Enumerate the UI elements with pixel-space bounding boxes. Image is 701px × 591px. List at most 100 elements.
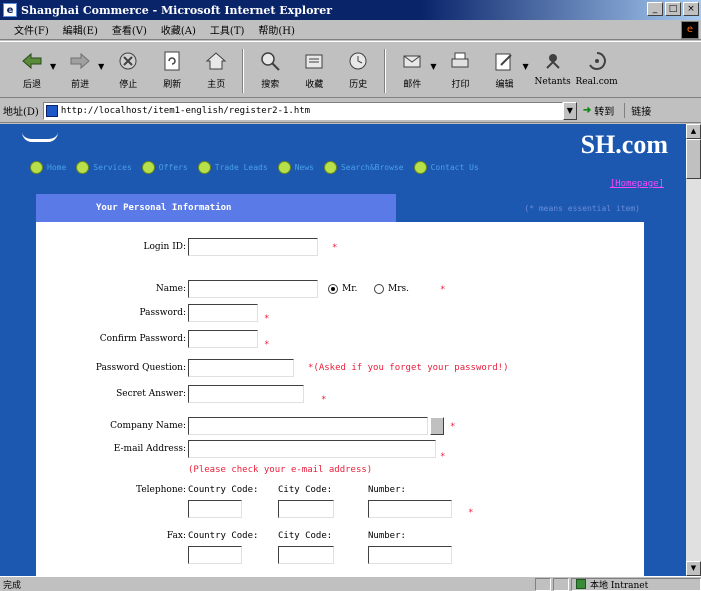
nav-bullet-icon	[76, 160, 90, 174]
password-input[interactable]	[188, 304, 258, 322]
scroll-up-icon[interactable]: ▲	[686, 124, 701, 139]
nav-label: Search&Browse	[340, 162, 404, 172]
search-button[interactable]: 搜索	[248, 45, 292, 97]
email-input[interactable]	[188, 440, 436, 458]
confirm-password-label: Confirm Password:	[99, 334, 186, 344]
menu-view[interactable]: 查看(V)	[112, 22, 147, 37]
nav-item-trade-leads[interactable]: Trade Leads	[197, 160, 268, 174]
maximize-button[interactable]: □	[665, 2, 681, 16]
address-label: 地址(D)	[3, 107, 39, 118]
mr-label: Mr.	[342, 284, 358, 294]
menu-tools[interactable]: 工具(T)	[210, 22, 244, 37]
vertical-scrollbar[interactable]: ▲ ▼	[686, 124, 701, 576]
nav-bullet-icon	[413, 160, 427, 174]
edit-label: 编辑	[495, 80, 514, 90]
forward-button[interactable]: 前进	[58, 45, 102, 97]
mail-dropdown-icon[interactable]: ▼	[430, 62, 436, 71]
page-icon	[45, 104, 58, 117]
mail-label: 邮件	[403, 80, 422, 90]
title-bar: e Shanghai Commerce - Microsoft Internet…	[0, 0, 701, 20]
tel-number-label: Number:	[368, 485, 406, 495]
password-question-note: *(Asked if you forget your password!)	[308, 363, 509, 373]
window-controls: _ □ ×	[647, 2, 699, 16]
refresh-icon	[159, 48, 185, 74]
mr-radio[interactable]	[328, 284, 338, 294]
secret-answer-label: Secret Answer:	[116, 389, 186, 399]
history-button[interactable]: 历史	[336, 45, 380, 97]
edit-button[interactable]: 编辑	[482, 45, 526, 97]
edit-dropdown-icon[interactable]: ▼	[522, 62, 528, 71]
section-title: Your Personal Information	[36, 194, 396, 222]
registration-form: Login ID: * Name: Mr. Mrs. * Password: *…	[36, 222, 644, 576]
forward-dropdown-icon[interactable]: ▼	[98, 62, 104, 71]
print-button[interactable]: 打印	[438, 45, 482, 97]
mail-button[interactable]: 邮件	[390, 45, 434, 97]
status-pane	[553, 577, 569, 591]
nav-bullet-icon	[197, 160, 211, 174]
fax-number-input[interactable]	[368, 546, 452, 564]
tel-city-code-input[interactable]	[278, 500, 334, 518]
required-mark: *	[332, 243, 338, 253]
password-question-input[interactable]	[188, 359, 294, 377]
go-label: 转到	[594, 107, 615, 118]
menu-help[interactable]: 帮助(H)	[258, 22, 295, 37]
confirm-password-input[interactable]	[188, 330, 258, 348]
name-input[interactable]	[188, 280, 318, 298]
section-header: Your Personal Information (* means essen…	[36, 194, 644, 222]
netants-button[interactable]: Netants	[531, 45, 575, 97]
back-label: 后退	[22, 80, 41, 90]
essential-note: (* means essential item)	[396, 194, 644, 222]
required-mark: *	[264, 314, 270, 324]
company-name-input[interactable]	[188, 417, 428, 435]
favorites-button[interactable]: 收藏	[292, 45, 336, 97]
nav-label: Services	[93, 162, 132, 172]
search-icon	[257, 48, 283, 74]
scroll-thumb[interactable]	[686, 139, 701, 179]
mrs-radio[interactable]	[374, 284, 384, 294]
nav-bullet-icon	[277, 160, 291, 174]
secret-answer-input[interactable]	[188, 385, 304, 403]
back-dropdown-icon[interactable]: ▼	[50, 62, 56, 71]
menu-edit[interactable]: 編輯(E)	[63, 22, 98, 37]
fax-country-code-input[interactable]	[188, 546, 242, 564]
company-scroll-icon[interactable]	[430, 417, 444, 435]
refresh-button[interactable]: 刷新	[150, 45, 194, 97]
links-button[interactable]: 链接	[624, 103, 651, 118]
history-label: 历史	[349, 80, 368, 90]
nav-bullet-icon	[30, 160, 43, 174]
menu-file[interactable]: 文件(F)	[14, 22, 49, 37]
close-button[interactable]: ×	[683, 2, 699, 16]
login-id-input[interactable]	[188, 238, 318, 256]
menu-favorites[interactable]: 收藏(A)	[161, 22, 196, 37]
netants-icon	[540, 48, 566, 74]
go-button[interactable]: ➜ 转到	[583, 103, 614, 118]
real-button[interactable]: Real.com	[575, 45, 619, 97]
nav-item-news[interactable]: News	[277, 160, 314, 174]
tel-number-input[interactable]	[368, 500, 452, 518]
nav-item-services[interactable]: Services	[76, 160, 132, 174]
netants-label: Netants	[534, 77, 571, 87]
address-dropdown-icon[interactable]: ▼	[562, 101, 577, 120]
scroll-down-icon[interactable]: ▼	[686, 561, 701, 576]
home-icon	[203, 48, 229, 74]
nav-item-offers[interactable]: Offers	[141, 160, 188, 174]
fax-label: Fax:	[166, 531, 186, 541]
minimize-button[interactable]: _	[647, 2, 663, 16]
mrs-label: Mrs.	[388, 284, 409, 294]
tel-country-code-input[interactable]	[188, 500, 242, 518]
required-mark: *	[440, 285, 446, 295]
back-button[interactable]: 后退	[10, 45, 54, 97]
real-icon	[584, 48, 610, 74]
edit-icon	[491, 48, 517, 74]
stop-button[interactable]: 停止	[106, 45, 150, 97]
fax-city-code-input[interactable]	[278, 546, 334, 564]
intranet-zone-icon	[576, 579, 586, 589]
home-button[interactable]: 主页	[194, 45, 238, 97]
site-nav: Home Services Offers Trade Leads News Se…	[30, 159, 489, 175]
homepage-link[interactable]: [Homepage]	[610, 179, 664, 189]
address-input[interactable]: http://localhost/item1-english/register2…	[42, 101, 563, 120]
nav-item-home[interactable]: Home	[30, 160, 66, 174]
required-mark: *	[468, 508, 474, 518]
nav-item-search-browse[interactable]: Search&Browse	[323, 160, 404, 174]
nav-item-contact-us[interactable]: Contact Us	[413, 160, 479, 174]
